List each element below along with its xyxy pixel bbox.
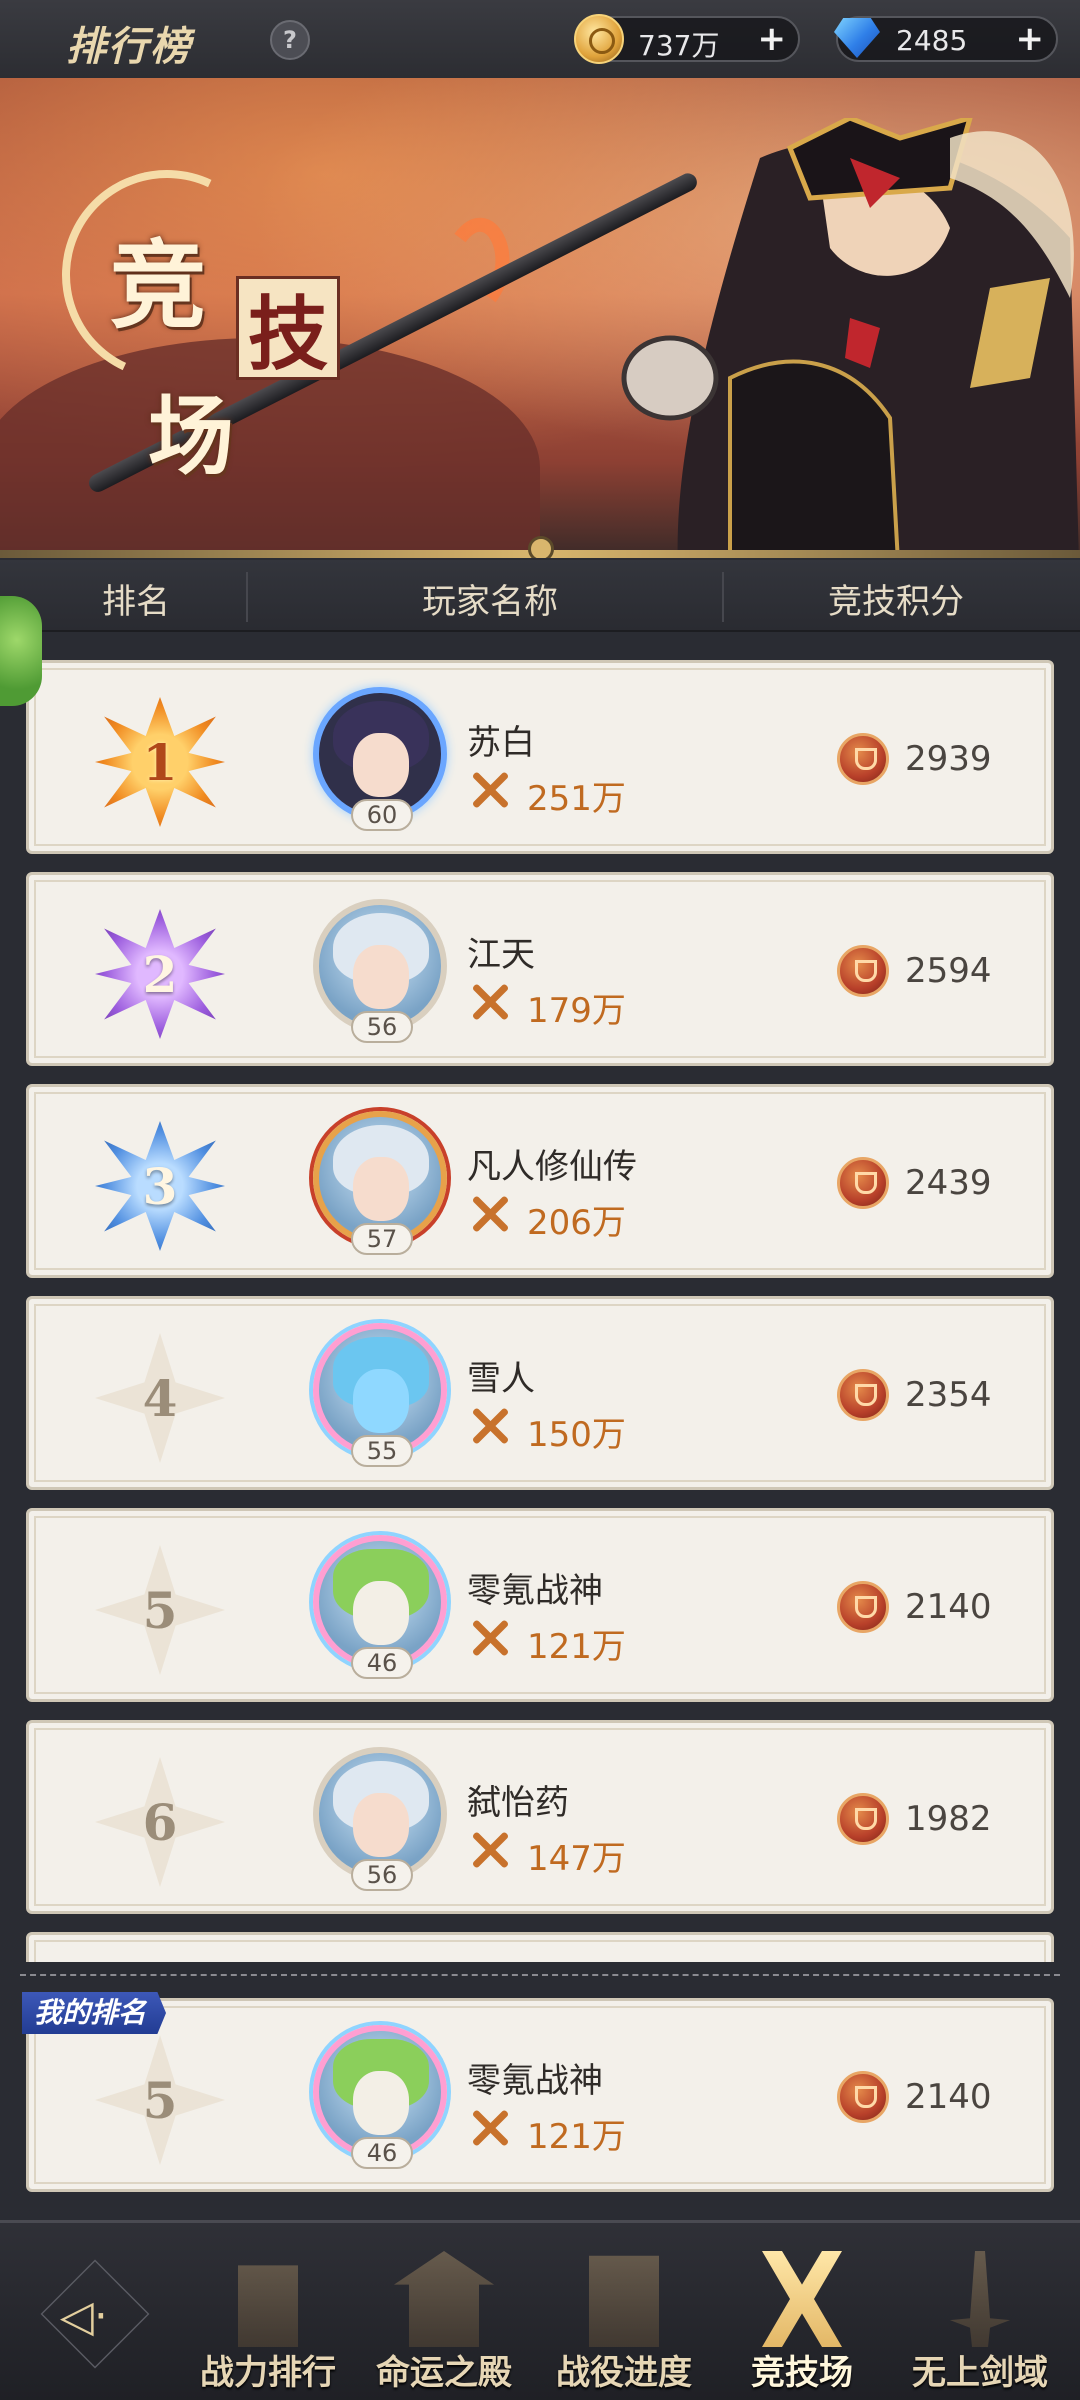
avatar[interactable]: 60 <box>301 681 451 831</box>
banner-title-char: 场 <box>148 386 234 487</box>
crossed-swords-icon <box>467 1403 513 1449</box>
crossed-swords-icon <box>467 979 513 1025</box>
crossed-swords-icon <box>467 1827 513 1873</box>
bottom-nav: ◁· 战力排行 命运之殿 战役进度 竞技场 无上剑域 <box>0 2220 1080 2400</box>
ranking-row[interactable]: 5 46 零氪战神 121万 2140 <box>26 1508 1054 1702</box>
top-bar: 排行榜 ? 737万 + 2485 + <box>0 0 1080 78</box>
player-name: 雪人 <box>467 1359 535 1399</box>
level-badge: 46 <box>351 2137 413 2169</box>
level-badge: 46 <box>351 1647 413 1679</box>
add-gems-button[interactable]: + <box>1016 22 1045 56</box>
rank-badge-gold: 1 <box>95 697 225 827</box>
crossed-swords-icon <box>762 2251 842 2347</box>
player-name: 零氪战神 <box>467 2061 603 2101</box>
warrior-illustration <box>454 118 1079 558</box>
avatar[interactable]: 56 <box>301 893 451 1043</box>
trophy-icon <box>837 733 889 785</box>
ranking-row[interactable]: 2 56 江天 179万 2594 <box>26 872 1054 1066</box>
avatar[interactable]: 56 <box>301 1741 451 1891</box>
document-icon <box>589 2255 659 2347</box>
gold-value: 737万 <box>638 29 720 62</box>
nav-supreme-sword-domain[interactable]: 无上剑域 <box>892 2251 1068 2393</box>
column-headers: 排名 玩家名称 竞技积分 <box>0 560 1080 632</box>
trophy-icon <box>837 1157 889 1209</box>
sword-icon <box>950 2251 1010 2347</box>
nav-destiny-hall[interactable]: 命运之殿 <box>356 2251 532 2393</box>
crossed-swords-icon <box>467 1191 513 1237</box>
ranking-row[interactable] <box>26 1932 1054 1962</box>
back-arrow-icon[interactable]: ◁· <box>60 2291 108 2342</box>
trophy-icon <box>837 1581 889 1633</box>
gem-value: 2485 <box>896 24 968 57</box>
arena-banner: 竞 技 场 <box>0 78 1080 558</box>
player-name: 苏白 <box>467 723 535 763</box>
level-badge: 56 <box>351 1859 413 1891</box>
nav-arena[interactable]: 竞技场 <box>714 2251 890 2393</box>
banner-knob <box>528 536 554 558</box>
crossed-swords-icon <box>467 1615 513 1661</box>
page-title: 排行榜 <box>66 23 192 70</box>
rank-badge-blue: 3 <box>95 1121 225 1251</box>
banner-title-char: 技 <box>236 276 340 381</box>
tower-icon <box>238 2265 298 2347</box>
ranking-row[interactable]: 4 55 雪人 150万 2354 <box>26 1296 1054 1490</box>
rank-column-header: 排名 <box>102 582 170 622</box>
my-rank-tag: 我的排名 <box>22 1992 167 2034</box>
player-name: 弑怡药 <box>467 1783 569 1823</box>
rank-badge-plain: 4 <box>95 1333 225 1463</box>
trophy-icon <box>837 1369 889 1421</box>
level-badge: 60 <box>351 799 413 831</box>
rank-badge-purple: 2 <box>95 909 225 1039</box>
rank-badge-plain: 6 <box>95 1757 225 1887</box>
nav-campaign-progress[interactable]: 战役进度 <box>536 2251 712 2393</box>
trophy-icon <box>837 2071 889 2123</box>
banner-title-char: 竞 <box>110 229 206 342</box>
temple-icon <box>394 2251 494 2347</box>
avatar[interactable]: 46 <box>301 1529 451 1679</box>
gem-counter: 2485 + <box>834 16 1058 62</box>
avatar[interactable]: 46 <box>301 2019 451 2169</box>
mascot-peek[interactable] <box>0 596 42 706</box>
level-badge: 57 <box>351 1223 413 1255</box>
ranking-list[interactable]: 1 60 苏白 251万 2939 2 56 江天 179万 2594 3 57… <box>0 640 1080 1962</box>
ranking-row[interactable]: 6 56 弑怡药 147万 1982 <box>26 1720 1054 1914</box>
help-button[interactable]: ? <box>270 20 310 60</box>
rank-badge-plain: 5 <box>95 2035 225 2165</box>
list-separator <box>20 1974 1060 1976</box>
ranking-row[interactable]: 3 57 凡人修仙传 206万 2439 <box>26 1084 1054 1278</box>
add-gold-button[interactable]: + <box>758 22 787 56</box>
rank-badge-plain: 5 <box>95 1545 225 1675</box>
question-icon: ? <box>283 26 297 54</box>
avatar[interactable]: 57 <box>301 1105 451 1255</box>
trophy-icon <box>837 1793 889 1845</box>
player-name: 凡人修仙传 <box>467 1147 637 1187</box>
my-rank-row[interactable]: 5 46 零氪战神 121万 2140 <box>26 1998 1054 2192</box>
trophy-icon <box>837 945 889 997</box>
crossed-swords-icon <box>467 2105 513 2151</box>
player-column-header: 玩家名称 <box>422 582 558 622</box>
level-badge: 55 <box>351 1435 413 1467</box>
crossed-swords-icon <box>467 767 513 813</box>
ranking-row[interactable]: 1 60 苏白 251万 2939 <box>26 660 1054 854</box>
nav-power-ranking[interactable]: 战力排行 <box>180 2251 356 2393</box>
level-badge: 56 <box>351 1011 413 1043</box>
player-name: 零氪战神 <box>467 1571 603 1611</box>
gold-coin-icon <box>574 14 624 64</box>
player-name: 江天 <box>467 935 535 975</box>
diamond-icon <box>834 18 880 58</box>
gold-counter: 737万 + <box>574 14 800 64</box>
avatar[interactable]: 55 <box>301 1317 451 1467</box>
score-column-header: 竞技积分 <box>828 582 964 622</box>
